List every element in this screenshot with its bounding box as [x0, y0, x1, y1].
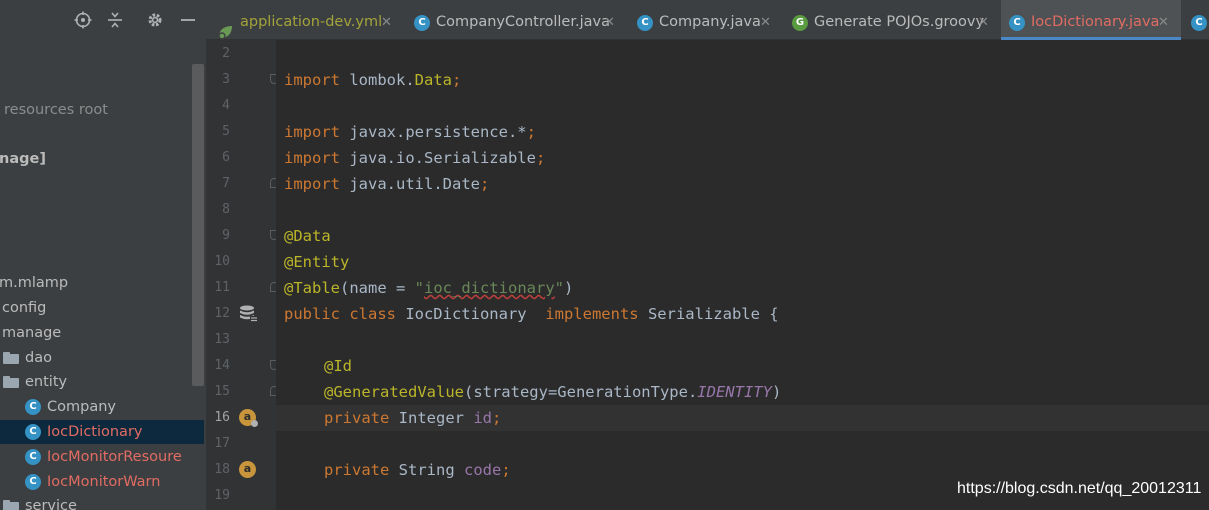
line-number: 15	[214, 384, 230, 399]
close-icon[interactable]: ✕	[760, 0, 771, 45]
tab-label: Company.java	[659, 14, 761, 30]
line-number: 2	[222, 46, 230, 61]
code-line-14: @Id	[324, 357, 352, 375]
tab-company-java[interactable]: C Company.java ✕	[629, 0, 784, 40]
tab-label: application-dev.yml	[240, 14, 383, 30]
close-icon[interactable]: ✕	[1158, 0, 1169, 45]
tree-item-label: config	[2, 300, 47, 316]
class-icon: C	[414, 15, 430, 31]
tree-item-label: entity	[25, 374, 68, 390]
line-number: 19	[214, 488, 230, 503]
line-number: 10	[214, 254, 230, 269]
tab-companycontroller-java[interactable]: C CompanyController.java ✕	[406, 0, 629, 40]
tree-item-entity[interactable]: entity	[0, 370, 190, 394]
groovy-icon: G	[792, 15, 808, 31]
tree-item-iocdictionary[interactable]: C IocDictionary	[0, 420, 204, 444]
line-number: 14	[214, 358, 230, 373]
tab-label: CompanyController.java	[436, 14, 610, 30]
code-editor[interactable]: import lombok.Data; import javax.persist…	[276, 40, 1209, 510]
line-number: 17	[214, 436, 230, 451]
tree-item-label: service	[25, 498, 77, 510]
tab-overflow[interactable]: C	[1181, 0, 1209, 40]
tree-item-label: IocMonitorResoure	[47, 449, 182, 465]
tree-item-service[interactable]: service	[0, 494, 190, 510]
tab-generate-pojos-groovy[interactable]: G Generate POJOs.groovy ✕	[784, 0, 1001, 40]
hide-panel-icon[interactable]	[179, 11, 197, 29]
code-line-9: @Data	[284, 227, 331, 245]
database-icon[interactable]	[238, 304, 258, 324]
close-icon[interactable]: ✕	[381, 0, 392, 45]
class-icon: C	[1009, 15, 1025, 31]
class-icon: C	[25, 399, 41, 415]
tree-item-resources-root[interactable]: resources root	[0, 98, 190, 122]
line-number: 5	[222, 124, 230, 139]
project-scrollbar[interactable]	[192, 64, 204, 386]
line-number: 11	[214, 280, 230, 295]
code-line-15: @GeneratedValue(strategy=GenerationType.…	[324, 383, 782, 401]
tree-item-company[interactable]: C Company	[0, 395, 190, 419]
line-number: 6	[222, 150, 230, 165]
code-line-3: import lombok.Data;	[284, 71, 462, 89]
close-icon[interactable]: ✕	[604, 0, 615, 45]
spring-leaf-icon	[216, 15, 234, 40]
line-number: 3	[222, 72, 230, 87]
code-line-10: @Entity	[284, 253, 350, 271]
field-badge-icon[interactable]: a	[239, 461, 256, 478]
project-tool-window: resources root nage] m.mlamp config mana…	[0, 0, 206, 510]
folder-icon	[3, 500, 19, 510]
code-line-6: import java.io.Serializable;	[284, 149, 546, 167]
tree-item-label: dao	[25, 350, 52, 366]
editor-tab-bar: application-dev.yml ✕ C CompanyControlle…	[206, 0, 1209, 40]
line-number: 4	[222, 98, 230, 113]
tree-item-manage[interactable]: manage	[0, 321, 190, 345]
class-icon: C	[25, 424, 41, 440]
folder-icon	[3, 352, 19, 364]
code-line-16: private Integer id;	[324, 409, 502, 427]
tree-item-module[interactable]: nage]	[0, 147, 190, 171]
tab-label: Generate POJOs.groovy	[814, 14, 985, 30]
project-toolbar	[0, 0, 206, 40]
code-line-7: import java.util.Date;	[284, 175, 490, 193]
code-line-12: public class IocDictionary implements Se…	[284, 305, 779, 323]
code-line-5: import javax.persistence.*;	[284, 123, 536, 141]
editor-gutter[interactable]: 2 3 4 5 6 7 8 9 10 11 12 13 14 15 16 17 …	[206, 40, 279, 510]
tree-item-iocmonitorresoure[interactable]: C IocMonitorResoure	[0, 445, 190, 469]
tree-item-label: m.mlamp	[0, 275, 69, 291]
tree-item-dao[interactable]: dao	[0, 346, 190, 370]
tree-item-label: resources root	[4, 102, 108, 118]
tree-item-label: manage	[2, 325, 62, 341]
tab-application-dev-yml[interactable]: application-dev.yml ✕	[206, 0, 406, 40]
code-line-18: private String code;	[324, 461, 511, 479]
tree-item-label: IocDictionary	[47, 424, 143, 440]
line-number: 7	[222, 176, 230, 191]
folder-icon	[3, 376, 19, 388]
line-number: 9	[222, 228, 230, 243]
locate-icon[interactable]	[74, 11, 92, 29]
gear-icon[interactable]	[146, 11, 164, 29]
tree-item-iocmonitorwarn[interactable]: C IocMonitorWarn	[0, 470, 190, 494]
watermark-text: https://blog.csdn.net/qq_20012311	[957, 480, 1202, 497]
tab-iocdictionary-java[interactable]: C IocDictionary.java ✕	[1001, 0, 1181, 40]
tree-item-label: nage]	[0, 151, 46, 167]
class-icon: C	[637, 15, 653, 31]
tab-label: IocDictionary.java	[1031, 14, 1160, 30]
tree-item-label: IocMonitorWarn	[47, 474, 161, 490]
close-icon[interactable]: ✕	[978, 0, 989, 45]
line-number: 8	[222, 202, 230, 217]
class-icon: C	[25, 474, 41, 490]
line-number: 12	[214, 306, 230, 321]
line-number: 18	[214, 462, 230, 477]
code-line-11: @Table(name = "ioc_dictionary")	[284, 279, 574, 297]
collapse-all-icon[interactable]	[106, 11, 124, 29]
tree-item-package-mlamp[interactable]: m.mlamp	[0, 271, 190, 295]
line-number: 13	[214, 332, 230, 347]
tree-item-label: Company	[47, 399, 116, 415]
tree-item-config[interactable]: config	[0, 296, 190, 320]
class-icon: C	[1191, 15, 1207, 31]
class-icon: C	[25, 449, 41, 465]
getter-marker-icon	[251, 420, 258, 427]
line-number: 16	[214, 410, 230, 425]
